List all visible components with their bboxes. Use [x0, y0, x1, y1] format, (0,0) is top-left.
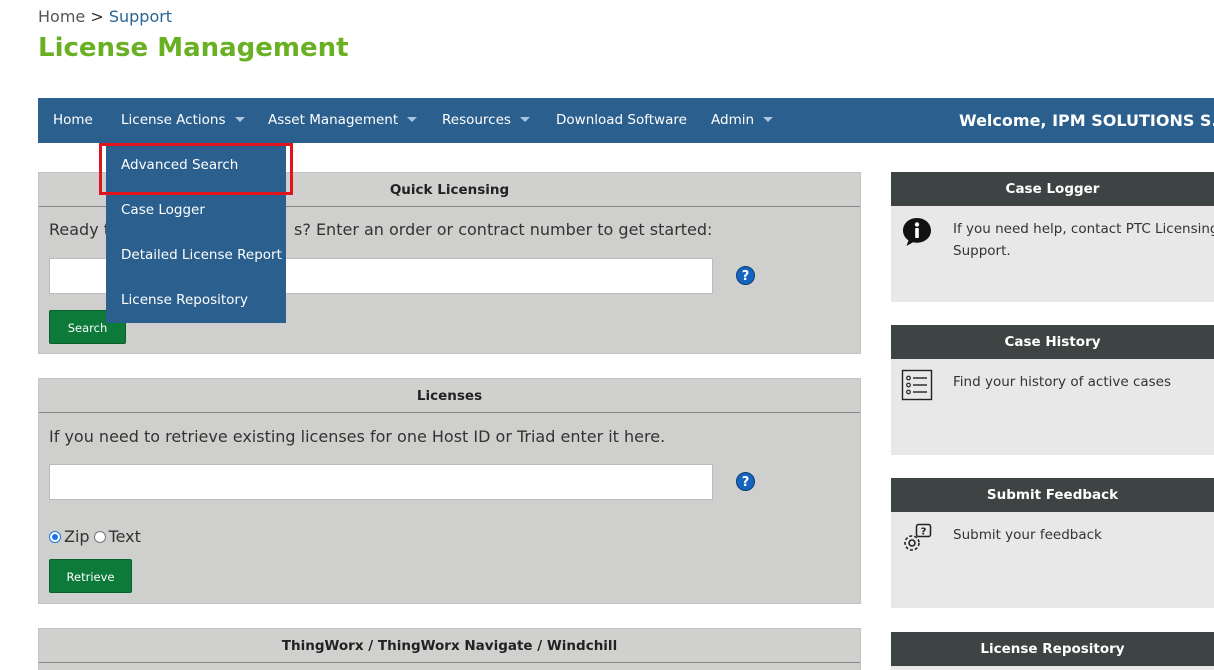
retrieve-button[interactable]: Retrieve	[49, 559, 132, 593]
chevron-down-icon	[407, 116, 418, 122]
svg-text:?: ?	[921, 527, 927, 538]
chevron-down-icon	[234, 116, 245, 122]
thingworx-panel: ThingWorx / ThingWorx Navigate / Windchi…	[38, 628, 861, 670]
case-logger-title: Case Logger	[891, 172, 1214, 206]
case-logger-text: If you need help, contact PTC Licensing …	[953, 221, 1214, 259]
welcome-user-menu[interactable]: Welcome, IPM SOLUTIONS S.R.O. (	[959, 98, 1214, 143]
submit-feedback-title: Submit Feedback	[891, 478, 1214, 512]
submit-feedback-text: Submit your feedback	[953, 527, 1102, 543]
nav-asset-management[interactable]: Asset Management	[268, 98, 418, 143]
breadcrumb: Home > Support	[38, 7, 172, 26]
nav-home-label: Home	[53, 112, 93, 128]
submit-feedback-panel[interactable]: Submit Feedback ? Submit your feedback	[891, 478, 1214, 608]
main-navbar: Home License Actions Asset Management Re…	[38, 98, 1214, 143]
nav-resources[interactable]: Resources	[442, 98, 530, 143]
nav-admin-label: Admin	[711, 112, 755, 128]
license-repository-panel[interactable]: License Repository	[891, 632, 1214, 670]
nav-asset-management-label: Asset Management	[268, 112, 399, 128]
case-history-panel[interactable]: Case History Find your history of active…	[891, 325, 1214, 455]
license-repository-title: License Repository	[891, 632, 1214, 666]
dropdown-detailed-license-report[interactable]: Detailed License Report	[121, 233, 282, 278]
licenses-title: Licenses	[39, 379, 860, 413]
page-title: License Management	[38, 33, 349, 63]
case-history-text: Find your history of active cases	[953, 374, 1172, 390]
thingworx-title: ThingWorx / ThingWorx Navigate / Windchi…	[39, 629, 860, 663]
nav-admin[interactable]: Admin	[711, 98, 774, 143]
zip-radio[interactable]	[49, 530, 61, 543]
chevron-down-icon	[763, 116, 774, 122]
gear-question-icon: ?	[904, 523, 932, 551]
text-radio-label[interactable]: Text	[109, 527, 141, 546]
breadcrumb-home-link[interactable]: Home	[38, 7, 85, 26]
quick-licensing-prompt-end: s? Enter an order or contract number to …	[294, 220, 713, 239]
licenses-prompt: If you need to retrieve existing license…	[49, 427, 666, 446]
info-icon	[903, 218, 931, 246]
nav-download-software[interactable]: Download Software	[556, 98, 687, 143]
help-icon[interactable]: ?	[736, 266, 755, 285]
list-icon	[901, 369, 933, 401]
licenses-panel: Licenses If you need to retrieve existin…	[38, 378, 861, 604]
case-history-title: Case History	[891, 325, 1214, 359]
breadcrumb-support-link[interactable]: Support	[109, 7, 172, 26]
nav-home[interactable]: Home	[53, 98, 93, 143]
chevron-down-icon	[519, 116, 530, 122]
zip-radio-label[interactable]: Zip	[64, 527, 90, 546]
text-radio[interactable]	[93, 530, 106, 543]
highlight-box	[99, 143, 293, 195]
format-radio-group: Zip Text	[49, 527, 145, 546]
nav-license-actions[interactable]: License Actions	[121, 98, 245, 143]
nav-resources-label: Resources	[442, 112, 511, 128]
dropdown-license-repository[interactable]: License Repository	[121, 278, 248, 323]
nav-download-software-label: Download Software	[556, 112, 687, 128]
help-icon[interactable]: ?	[736, 472, 755, 491]
case-logger-panel[interactable]: Case Logger If you need help, contact PT…	[891, 172, 1214, 302]
nav-license-actions-label: License Actions	[121, 112, 226, 128]
quick-licensing-prompt-start: Ready t	[49, 220, 111, 239]
host-id-input[interactable]	[49, 464, 713, 500]
breadcrumb-separator: >	[85, 7, 109, 26]
